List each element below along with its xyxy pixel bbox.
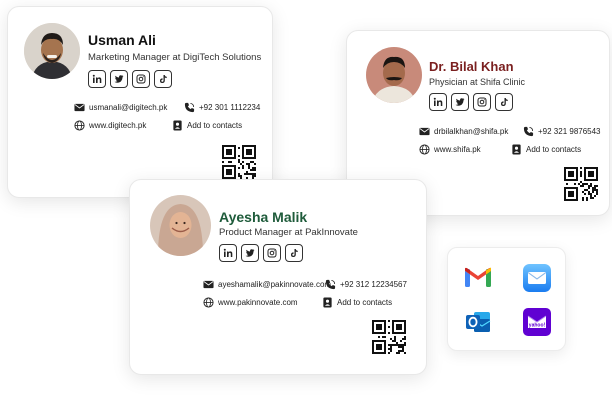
qr-code[interactable] xyxy=(222,145,256,179)
person-role: Marketing Manager at DigiTech Solutions xyxy=(88,52,262,63)
email-client-panel: yahoo! xyxy=(447,247,566,351)
person-role: Physician at Shifa Clinic xyxy=(429,77,526,87)
phone-row[interactable]: +92 301 1112234 xyxy=(184,102,260,113)
globe-icon xyxy=(74,120,85,131)
twitter-icon[interactable] xyxy=(451,93,469,111)
phone-text: +92 312 12234567 xyxy=(340,280,407,289)
phone-icon xyxy=(184,102,195,113)
phone-icon xyxy=(523,126,534,137)
yahoo-label: yahoo! xyxy=(529,323,546,329)
linkedin-icon[interactable] xyxy=(88,70,106,88)
contacts-label: Add to contacts xyxy=(187,121,243,130)
email-row[interactable]: ayeshamalik@pakinnovate.com xyxy=(203,279,331,290)
apple-mail-icon[interactable] xyxy=(522,263,552,293)
social-links xyxy=(88,70,172,88)
globe-icon xyxy=(203,297,214,308)
add-to-contacts-button[interactable]: Add to contacts xyxy=(511,144,581,155)
tiktok-icon[interactable] xyxy=(285,244,303,262)
website-row[interactable]: www.pakinnovate.com xyxy=(203,297,298,308)
website-row[interactable]: www.digitech.pk xyxy=(74,120,146,131)
signature-card-usman: Usman Ali Marketing Manager at DigiTech … xyxy=(7,6,273,198)
avatar xyxy=(24,23,80,79)
avatar xyxy=(366,47,422,103)
twitter-icon[interactable] xyxy=(241,244,259,262)
phone-icon xyxy=(325,279,336,290)
person-role: Product Manager at PakInnovate xyxy=(219,227,358,238)
contact-card-icon xyxy=(512,144,521,155)
twitter-icon[interactable] xyxy=(110,70,128,88)
website-row[interactable]: www.shifa.pk xyxy=(419,144,481,155)
yahoo-mail-icon[interactable]: yahoo! xyxy=(522,307,552,337)
linkedin-icon[interactable] xyxy=(219,244,237,262)
email-row[interactable]: usmanali@digitech.pk xyxy=(74,102,167,113)
phone-text: +92 321 9876543 xyxy=(538,127,601,136)
contacts-label: Add to contacts xyxy=(337,298,393,307)
tiktok-icon[interactable] xyxy=(495,93,513,111)
contact-card-icon xyxy=(173,120,182,131)
social-links xyxy=(219,244,303,262)
phone-row[interactable]: +92 312 12234567 xyxy=(325,279,407,290)
signature-card-ayesha: Ayesha Malik Product Manager at PakInnov… xyxy=(129,179,427,375)
website-text: www.shifa.pk xyxy=(434,145,481,154)
add-to-contacts-button[interactable]: Add to contacts xyxy=(172,120,242,131)
instagram-icon[interactable] xyxy=(263,244,281,262)
add-to-contacts-button[interactable]: Add to contacts xyxy=(322,297,392,308)
social-links xyxy=(429,93,513,111)
gmail-icon[interactable] xyxy=(463,263,493,293)
website-text: www.digitech.pk xyxy=(89,121,147,130)
envelope-icon xyxy=(419,127,430,136)
linkedin-icon[interactable] xyxy=(429,93,447,111)
envelope-icon xyxy=(74,103,85,112)
email-text: ayeshamalik@pakinnovate.com xyxy=(218,280,332,289)
email-row[interactable]: drbilalkhan@shifa.pk xyxy=(419,126,508,137)
person-name: Usman Ali xyxy=(88,32,156,48)
email-text: drbilalkhan@shifa.pk xyxy=(434,127,509,136)
phone-row[interactable]: +92 321 9876543 xyxy=(523,126,601,137)
website-text: www.pakinnovate.com xyxy=(218,298,298,307)
instagram-icon[interactable] xyxy=(473,93,491,111)
person-name: Dr. Bilal Khan xyxy=(429,59,514,74)
phone-text: +92 301 1112234 xyxy=(199,103,261,112)
person-name: Ayesha Malik xyxy=(219,209,308,225)
outlook-icon[interactable] xyxy=(463,307,493,337)
envelope-icon xyxy=(203,280,214,289)
contact-card-icon xyxy=(323,297,332,308)
globe-icon xyxy=(419,144,430,155)
qr-code[interactable] xyxy=(372,320,406,354)
tiktok-icon[interactable] xyxy=(154,70,172,88)
email-text: usmanali@digitech.pk xyxy=(89,103,168,112)
contacts-label: Add to contacts xyxy=(526,145,582,154)
avatar xyxy=(150,195,211,256)
instagram-icon[interactable] xyxy=(132,70,150,88)
qr-code[interactable] xyxy=(564,167,598,201)
